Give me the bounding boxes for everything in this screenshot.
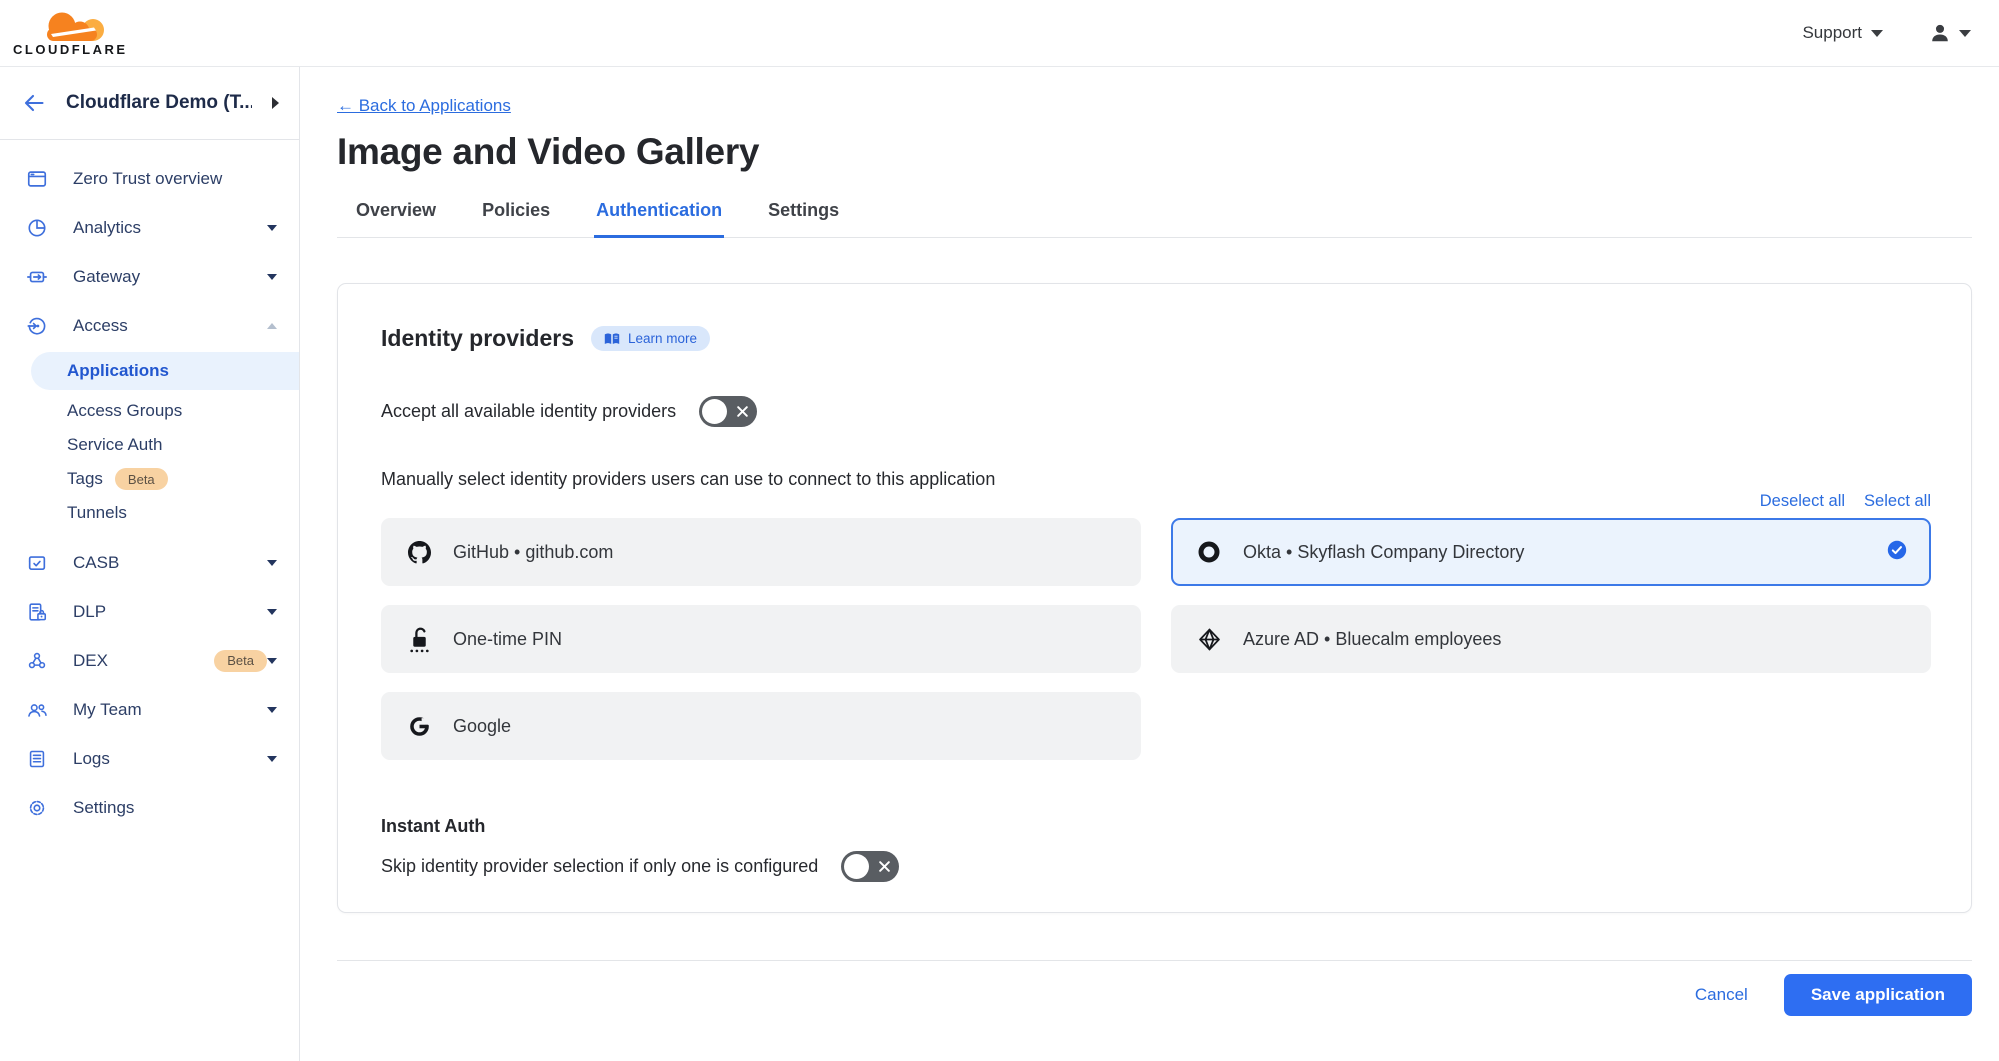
beta-badge: Beta [115, 468, 168, 490]
book-icon [604, 332, 620, 346]
chevron-down-icon [267, 609, 277, 615]
sidebar-nav: Zero Trust overview Analytics Gateway [0, 140, 299, 832]
sidebar-item-tags[interactable]: Tags Beta [0, 462, 299, 496]
analytics-icon [25, 216, 49, 240]
chevron-down-icon [267, 225, 277, 231]
footer-actions: Cancel Save application [337, 974, 1972, 1016]
accept-all-label: Accept all available identity providers [381, 401, 676, 422]
chevron-right-icon[interactable] [272, 97, 279, 109]
provider-label: GitHub • github.com [453, 542, 613, 563]
toggle-knob [844, 854, 869, 879]
cancel-button[interactable]: Cancel [1695, 985, 1748, 1005]
chevron-down-icon [267, 707, 277, 713]
instant-auth-toggle[interactable] [841, 851, 899, 882]
logs-icon [25, 747, 49, 771]
toggle-off-x-icon [878, 860, 891, 873]
chevron-down-icon [1959, 30, 1971, 37]
back-to-applications-link[interactable]: ← Back to Applications [337, 96, 511, 116]
provider-label: One-time PIN [453, 629, 562, 650]
tab-settings[interactable]: Settings [766, 200, 841, 238]
instant-auth-label: Skip identity provider selection if only… [381, 856, 818, 877]
provider-label: Okta • Skyflash Company Directory [1243, 542, 1524, 563]
user-avatar-icon [1929, 22, 1951, 44]
footer-divider [337, 960, 1972, 961]
team-icon [25, 698, 49, 722]
chevron-down-icon [1871, 30, 1883, 37]
account-menu[interactable] [1929, 22, 1971, 44]
sidebar-item-settings[interactable]: Settings [0, 783, 299, 832]
cloudflare-logo: CLOUDFLARE [13, 11, 128, 56]
chevron-down-icon [267, 658, 277, 664]
beta-badge: Beta [214, 650, 267, 672]
support-label: Support [1802, 23, 1862, 43]
support-menu[interactable]: Support [1802, 23, 1883, 43]
sidebar-item-access[interactable]: Access [0, 301, 299, 350]
sidebar-item-service-auth[interactable]: Service Auth [0, 428, 299, 462]
identity-providers-heading: Identity providers [381, 325, 574, 352]
sidebar-item-zero-trust-overview[interactable]: Zero Trust overview [0, 154, 299, 203]
tab-overview[interactable]: Overview [354, 200, 438, 238]
provider-label: Google [453, 716, 511, 737]
access-icon [25, 314, 49, 338]
toggle-knob [702, 399, 727, 424]
account-name: Cloudflare Demo (T... [66, 92, 252, 114]
google-icon [406, 715, 432, 738]
tab-authentication[interactable]: Authentication [594, 200, 724, 238]
tab-policies[interactable]: Policies [480, 200, 552, 238]
provider-card-one-time-pin[interactable]: One-time PIN [381, 605, 1141, 673]
sidebar-item-casb[interactable]: CASB [0, 538, 299, 587]
github-icon [406, 541, 432, 564]
cloudflare-cloud-icon [22, 11, 118, 42]
instant-auth-heading: Instant Auth [381, 816, 1931, 837]
sidebar-item-my-team[interactable]: My Team [0, 685, 299, 734]
provider-card-google[interactable]: Google [381, 692, 1141, 760]
identity-providers-card: Identity providers Learn more Accept all… [337, 283, 1972, 913]
dlp-icon [25, 600, 49, 624]
provider-label: Azure AD • Bluecalm employees [1243, 629, 1501, 650]
provider-card-github[interactable]: GitHub • github.com [381, 518, 1141, 586]
learn-more-button[interactable]: Learn more [591, 326, 710, 351]
overview-icon [25, 167, 49, 191]
top-header: CLOUDFLARE Support [0, 0, 1999, 67]
settings-gear-icon [25, 796, 49, 820]
back-arrow-icon[interactable] [22, 91, 46, 115]
logo-wordmark: CLOUDFLARE [13, 43, 128, 56]
toggle-off-x-icon [736, 405, 749, 418]
deselect-all-link[interactable]: Deselect all [1760, 492, 1845, 511]
sidebar-account-header[interactable]: Cloudflare Demo (T... [0, 67, 299, 140]
page-title: Image and Video Gallery [337, 131, 1972, 173]
provider-card-azure-ad[interactable]: Azure AD • Bluecalm employees [1171, 605, 1931, 673]
sidebar: Cloudflare Demo (T... Zero Trust overvie… [0, 67, 300, 1061]
sidebar-item-analytics[interactable]: Analytics [0, 203, 299, 252]
sidebar-item-dex[interactable]: DEX Beta [0, 636, 299, 685]
casb-icon [25, 551, 49, 575]
chevron-down-icon [267, 560, 277, 566]
dex-icon [25, 649, 49, 673]
chevron-down-icon [267, 274, 277, 280]
sidebar-item-gateway[interactable]: Gateway [0, 252, 299, 301]
chevron-up-icon [267, 323, 277, 329]
main-content: ← Back to Applications Image and Video G… [300, 67, 1999, 1061]
sidebar-item-applications[interactable]: Applications [31, 352, 299, 390]
sidebar-item-access-groups[interactable]: Access Groups [0, 394, 299, 428]
select-all-link[interactable]: Select all [1864, 492, 1931, 511]
gateway-icon [25, 265, 49, 289]
tab-bar: Overview Policies Authentication Setting… [337, 200, 1972, 238]
providers-grid: GitHub • github.com Okta • Skyflash Comp… [381, 518, 1931, 760]
azure-ad-icon [1196, 628, 1222, 651]
selected-check-icon [1887, 540, 1907, 565]
sidebar-item-dlp[interactable]: DLP [0, 587, 299, 636]
one-time-pin-icon [406, 626, 432, 653]
save-application-button[interactable]: Save application [1784, 974, 1972, 1016]
okta-icon [1196, 540, 1222, 564]
sidebar-item-tunnels[interactable]: Tunnels [0, 496, 299, 530]
sidebar-item-logs[interactable]: Logs [0, 734, 299, 783]
accept-all-toggle[interactable] [699, 396, 757, 427]
manual-select-label: Manually select identity providers users… [381, 469, 1931, 490]
access-subnav: Applications Access Groups Service Auth … [0, 352, 299, 530]
provider-card-okta[interactable]: Okta • Skyflash Company Directory [1171, 518, 1931, 586]
chevron-down-icon [267, 756, 277, 762]
